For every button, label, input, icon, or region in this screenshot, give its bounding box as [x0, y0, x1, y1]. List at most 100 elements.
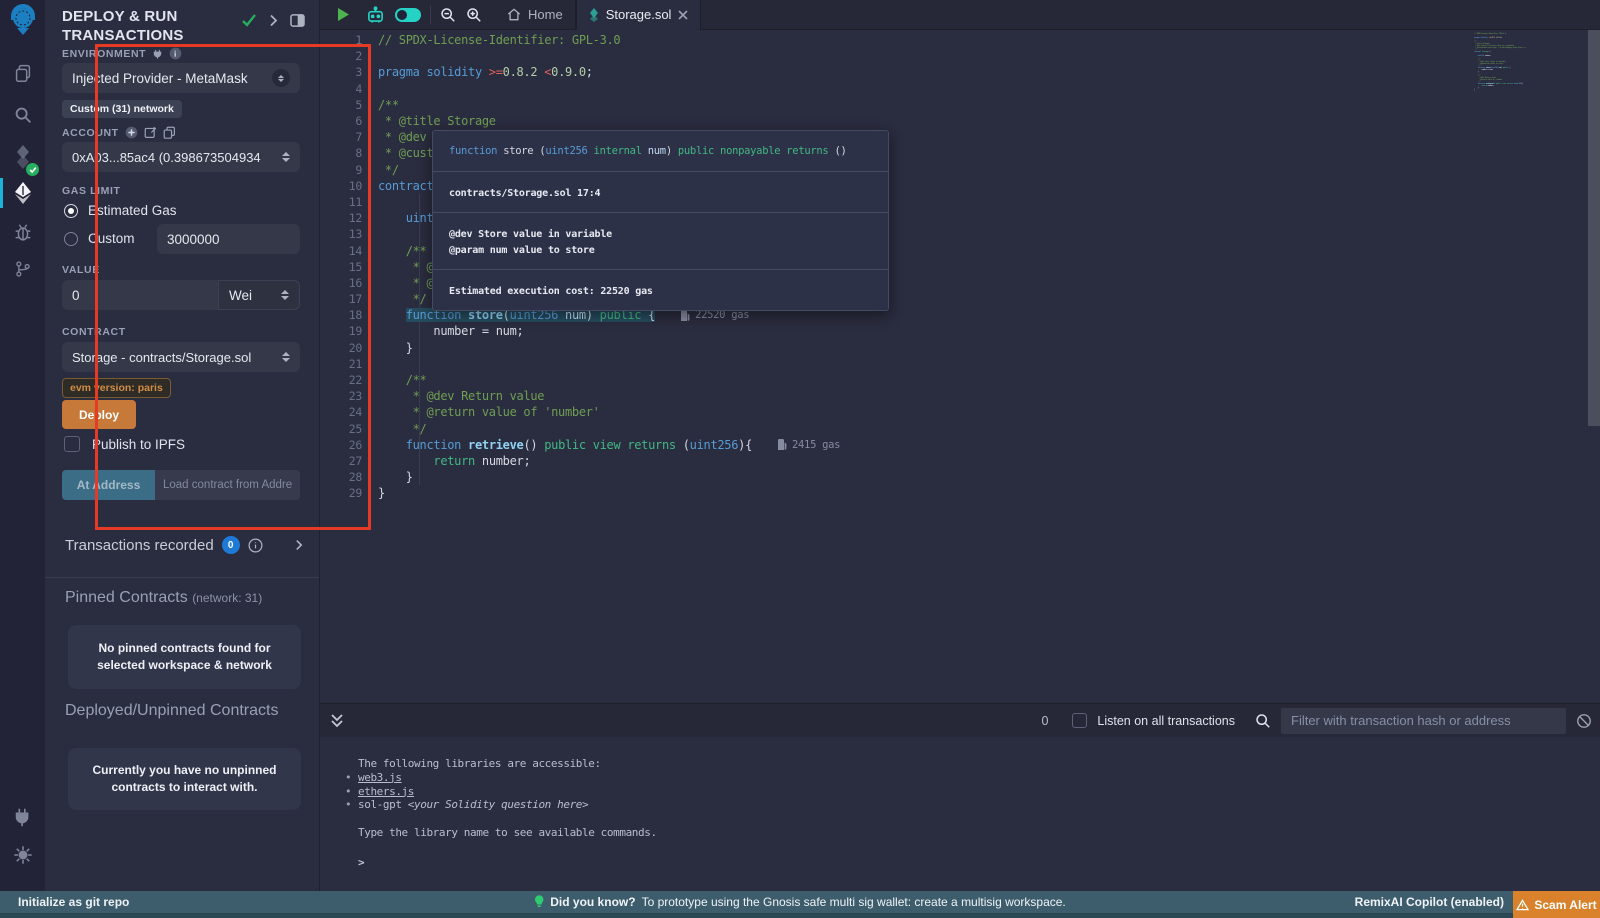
code-line[interactable]: 19 number = num; [320, 323, 1470, 339]
contract-select[interactable]: Storage - contracts/Storage.sol [62, 342, 300, 372]
value-unit-select[interactable]: Wei [218, 280, 300, 310]
add-account-icon[interactable] [125, 126, 138, 139]
line-number: 11 [320, 195, 378, 209]
plugin-manager-icon[interactable] [0, 800, 45, 834]
value-label: VALUE [62, 264, 100, 276]
line-number: 6 [320, 114, 378, 128]
solidity-compiler-icon[interactable] [0, 140, 45, 174]
code-line[interactable]: 1// SPDX-License-Identifier: GPL-3.0 [320, 32, 1470, 48]
listen-all-transactions-checkbox[interactable] [1072, 713, 1087, 728]
transaction-listen-count: 0 [1041, 714, 1048, 728]
terminal-library-link[interactable]: •ethers.js [358, 785, 1600, 799]
copilot-status-label: RemixAI Copilot (enabled) [1355, 895, 1504, 909]
estimated-gas-radio[interactable] [64, 204, 78, 218]
account-label: ACCOUNT [62, 126, 176, 139]
deploy-run-icon[interactable] [0, 176, 45, 210]
code-line[interactable]: 27 return number; [320, 453, 1470, 469]
copy-account-icon[interactable] [163, 126, 176, 139]
evm-version-badge: evm version: paris [62, 378, 171, 398]
plug-icon[interactable] [152, 48, 163, 60]
publish-ipfs-option[interactable]: Publish to IPFS [64, 436, 185, 452]
deploy-run-panel: DEPLOY & RUN TRANSACTIONS ENVIRONMENT i … [45, 0, 320, 891]
pin-panel-icon[interactable] [290, 14, 305, 27]
line-number: 19 [320, 324, 378, 338]
custom-gas-radio[interactable] [64, 232, 78, 246]
value-input[interactable]: 0 [62, 280, 218, 310]
terminal-prompt[interactable]: > [358, 856, 1600, 869]
lightbulb-icon [534, 895, 544, 909]
zoom-in-icon[interactable] [461, 0, 487, 30]
close-tab-icon[interactable] [678, 10, 688, 20]
panel-chevron-right-icon[interactable] [269, 14, 278, 27]
line-number: 2 [320, 49, 378, 63]
code-line[interactable]: 28 } [320, 469, 1470, 485]
account-select[interactable]: 0xA03...85ac4 (0.398673504934 [62, 142, 300, 172]
estimated-gas-option[interactable]: Estimated Gas [64, 203, 177, 218]
git-init-label[interactable]: Initialize as git repo [0, 895, 129, 909]
code-line[interactable]: 25 */ [320, 421, 1470, 437]
code-line[interactable]: 6 * @title Storage [320, 113, 1470, 129]
tab-home[interactable]: Home [495, 0, 576, 30]
minimap[interactable]: // SPDX-License-Identifier: GPL-3.0pragm… [1474, 33, 1586, 91]
at-address-button[interactable]: At Address [62, 470, 155, 500]
code-line[interactable]: 21 [320, 356, 1470, 372]
line-number: 16 [320, 276, 378, 290]
scam-alert-button[interactable]: Scam Alert [1513, 891, 1600, 918]
terminal-library-link[interactable]: •web3.js [358, 771, 1600, 785]
code-line[interactable]: 4 [320, 81, 1470, 97]
terminal-text-line: •sol-gpt <your Solidity question here> [358, 798, 1600, 812]
settings-gear-icon[interactable] [0, 838, 45, 872]
environment-info-icon[interactable]: i [169, 47, 182, 60]
remix-logo[interactable] [0, 4, 45, 38]
at-address-input[interactable] [155, 470, 300, 500]
code-line[interactable]: 23 * @dev Return value [320, 388, 1470, 404]
zoom-out-icon[interactable] [435, 0, 461, 30]
code-line[interactable]: 5/** [320, 97, 1470, 113]
code-line[interactable]: 2 [320, 48, 1470, 64]
editor-scrollbar[interactable] [1588, 30, 1600, 426]
line-number: 18 [320, 308, 378, 322]
code-line[interactable]: 29} [320, 485, 1470, 501]
copilot-toggle[interactable] [390, 0, 426, 30]
line-number: 12 [320, 211, 378, 225]
run-script-button[interactable] [326, 0, 360, 30]
divider [430, 6, 431, 24]
code-editor[interactable]: 1// SPDX-License-Identifier: GPL-3.023pr… [320, 30, 1600, 703]
file-explorer-icon[interactable] [0, 56, 45, 90]
code-line[interactable]: 3pragma solidity >=0.8.2 <0.9.0; [320, 64, 1470, 80]
panel-check-icon [241, 13, 257, 27]
transactions-expand-icon[interactable] [295, 539, 303, 551]
ai-copilot-robot-icon[interactable] [360, 0, 390, 30]
line-number: 17 [320, 292, 378, 306]
pinned-contracts-heading: Pinned Contracts (network: 31) [65, 589, 262, 607]
custom-gas-input[interactable]: 3000000 [157, 224, 300, 254]
terminal-output[interactable]: The following libraries are accessible:•… [320, 737, 1600, 891]
line-number: 9 [320, 163, 378, 177]
edit-account-icon[interactable] [144, 126, 157, 139]
line-number: 20 [320, 341, 378, 355]
code-line[interactable]: 24 * @return value of 'number' [320, 404, 1470, 420]
environment-select[interactable]: Injected Provider - MetaMask [62, 63, 300, 93]
tooltip-doc-param: @param num value to store [449, 243, 872, 259]
select-arrows-icon [272, 69, 290, 87]
search-icon[interactable] [0, 98, 45, 132]
debugger-icon[interactable] [0, 216, 45, 250]
transactions-info-icon[interactable] [248, 538, 263, 553]
clear-console-icon[interactable] [1576, 713, 1592, 729]
custom-gas-option[interactable]: Custom [64, 231, 135, 246]
code-line[interactable]: 20 } [320, 340, 1470, 356]
code-line[interactable]: 26 function retrieve() public view retur… [320, 437, 1470, 453]
git-icon[interactable] [0, 252, 45, 286]
line-number: 22 [320, 373, 378, 387]
deploy-button[interactable]: Deploy [62, 400, 136, 429]
line-number: 27 [320, 454, 378, 468]
terminal-collapse-icon[interactable] [330, 713, 344, 728]
terminal-search-icon[interactable] [1255, 713, 1271, 729]
line-number: 15 [320, 260, 378, 274]
tab-storage-sol[interactable]: Storage.sol [576, 0, 702, 30]
terminal-text-line [358, 812, 1600, 826]
publish-ipfs-checkbox[interactable] [64, 436, 80, 452]
divider [45, 577, 319, 578]
code-line[interactable]: 22 /** [320, 372, 1470, 388]
transaction-filter-input[interactable] [1281, 708, 1566, 734]
